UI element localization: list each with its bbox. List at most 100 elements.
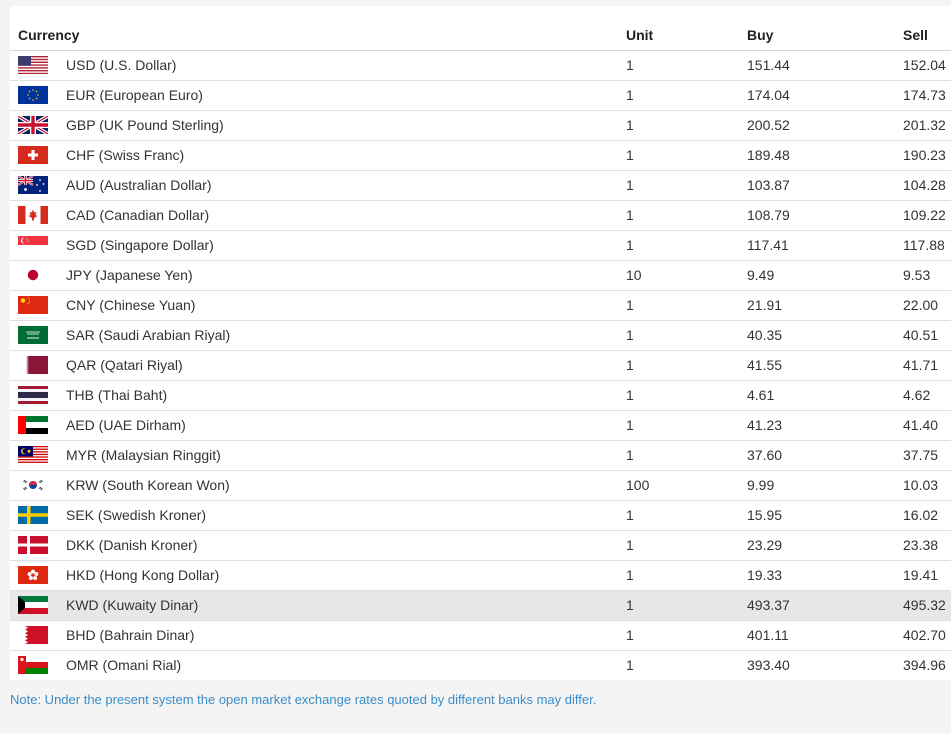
table-row: THB (Thai Baht) 1 4.61 4.62 (10, 380, 951, 411)
unit-value: 10 (626, 260, 747, 291)
buy-rate: 493.37 (747, 590, 903, 621)
unit-value: 1 (626, 440, 747, 471)
australia-flag-icon (18, 176, 48, 194)
sell-rate: 19.41 (903, 560, 951, 591)
buy-rate: 23.29 (747, 530, 903, 561)
currency-name: JPY (Japanese Yen) (66, 267, 193, 283)
table-body: USD (U.S. Dollar) 1 151.44 152.04 EUR (E… (10, 50, 951, 680)
table-row: JPY (Japanese Yen) 10 9.49 9.53 (10, 260, 951, 291)
sell-rate: 104.28 (903, 170, 951, 201)
table-row: CAD (Canadian Dollar) 1 108.79 109.22 (10, 200, 951, 231)
qatar-flag-icon (18, 356, 48, 374)
unit-value: 1 (626, 657, 634, 674)
buy-rate: 4.61 (747, 380, 903, 411)
sell-rate: 174.73 (903, 80, 951, 111)
table-row: CHF (Swiss Franc) 1 189.48 190.23 (10, 140, 951, 171)
currency-name: CNY (Chinese Yuan) (66, 297, 196, 313)
kuwait-flag-icon (18, 596, 48, 614)
buy-rate: 189.48 (747, 140, 903, 171)
sell-rate: 23.38 (903, 530, 951, 561)
table-row: KRW (South Korean Won) 100 9.99 10.03 (10, 470, 951, 501)
table-row: SEK (Swedish Kroner) 1 15.95 16.02 (10, 500, 951, 531)
currency-name: KWD (Kuwaity Dinar) (66, 597, 199, 613)
singapore-flag-icon (18, 236, 48, 254)
currency-name: MYR (Malaysian Ringgit) (66, 447, 221, 463)
eu-flag-icon (18, 86, 48, 104)
unit-value: 1 (626, 290, 747, 321)
buy-rate: 108.79 (747, 200, 903, 231)
currency-name: KRW (South Korean Won) (66, 477, 230, 493)
currency-name: OMR (Omani Rial) (66, 657, 182, 674)
table-header-row: Currency Unit Buy Sell (10, 6, 951, 51)
unit-value: 1 (626, 200, 747, 231)
unit-value: 1 (626, 590, 747, 621)
table-row: USD (U.S. Dollar) 1 151.44 152.04 (10, 50, 951, 81)
buy-rate: 117.41 (747, 230, 903, 261)
malaysia-flag-icon (18, 446, 48, 464)
unit-value: 1 (626, 170, 747, 201)
swiss-flag-icon (18, 146, 48, 164)
unit-value: 1 (626, 80, 747, 111)
header-sell: Sell (903, 6, 951, 51)
table-row: HKD (Hong Kong Dollar) 1 19.33 19.41 (10, 560, 951, 591)
unit-value: 1 (626, 320, 747, 351)
unit-value: 1 (626, 620, 747, 651)
sell-rate: 10.03 (903, 470, 951, 501)
table-row: BHD (Bahrain Dinar) 1 401.11 402.70 (10, 620, 951, 651)
sell-rate: 16.02 (903, 500, 951, 531)
sell-rate: 109.22 (903, 200, 951, 231)
buy-rate: 15.95 (747, 500, 903, 531)
unit-value: 100 (626, 470, 747, 501)
buy-rate: 200.52 (747, 110, 903, 141)
buy-rate: 9.99 (747, 470, 903, 501)
sell-rate: 190.23 (903, 140, 951, 171)
sweden-flag-icon (18, 506, 48, 524)
currency-name: EUR (European Euro) (66, 87, 203, 103)
currency-name: GBP (UK Pound Sterling) (66, 117, 224, 133)
sell-rate: 402.70 (903, 620, 951, 651)
unit-value: 1 (626, 350, 747, 381)
currency-name: CAD (Canadian Dollar) (66, 207, 210, 223)
bahrain-flag-icon (18, 626, 48, 644)
hongkong-flag-icon (18, 566, 48, 584)
buy-rate: 9.49 (747, 260, 903, 291)
table-row: OMR (Omani Rial) 1 393.40 394.96 (10, 650, 951, 680)
buy-rate: 401.11 (747, 620, 903, 651)
unit-value: 1 (626, 410, 747, 441)
disclaimer-note: Note: Under the present system the open … (10, 692, 597, 707)
uae-flag-icon (18, 416, 48, 434)
currency-name: THB (Thai Baht) (66, 387, 168, 403)
currency-name: QAR (Qatari Riyal) (66, 357, 183, 373)
uk-flag-icon (18, 116, 48, 134)
thailand-flag-icon (18, 386, 48, 404)
currency-name: USD (U.S. Dollar) (66, 57, 177, 73)
currency-name: BHD (Bahrain Dinar) (66, 627, 195, 643)
unit-value: 1 (626, 560, 747, 591)
currency-name: HKD (Hong Kong Dollar) (66, 567, 220, 583)
unit-value: 1 (626, 140, 747, 171)
korea-flag-icon (18, 476, 48, 494)
header-currency: Currency (10, 6, 626, 51)
buy-rate: 37.60 (747, 440, 903, 471)
canada-flag-icon (18, 206, 48, 224)
japan-flag-icon (18, 266, 48, 284)
currency-name: AED (UAE Dirham) (66, 417, 186, 433)
china-flag-icon (18, 296, 48, 314)
buy-rate: 40.35 (747, 320, 903, 351)
sell-rate: 4.62 (903, 380, 951, 411)
table-row: CNY (Chinese Yuan) 1 21.91 22.00 (10, 290, 951, 321)
sell-rate: 152.04 (903, 50, 951, 81)
table-row: MYR (Malaysian Ringgit) 1 37.60 37.75 (10, 440, 951, 471)
buy-rate: 19.33 (747, 560, 903, 591)
buy-rate: 393.40 (747, 657, 790, 674)
buy-rate: 21.91 (747, 290, 903, 321)
currency-name: CHF (Swiss Franc) (66, 147, 185, 163)
sell-rate: 41.71 (903, 350, 951, 381)
unit-value: 1 (626, 500, 747, 531)
sell-rate: 9.53 (903, 260, 951, 291)
table-row: GBP (UK Pound Sterling) 1 200.52 201.32 (10, 110, 951, 141)
buy-rate: 41.55 (747, 350, 903, 381)
exchange-rate-table: Currency Unit Buy Sell USD (U.S. Dollar)… (10, 6, 951, 680)
sell-rate: 41.40 (903, 410, 951, 441)
oman-flag-icon (18, 656, 48, 675)
